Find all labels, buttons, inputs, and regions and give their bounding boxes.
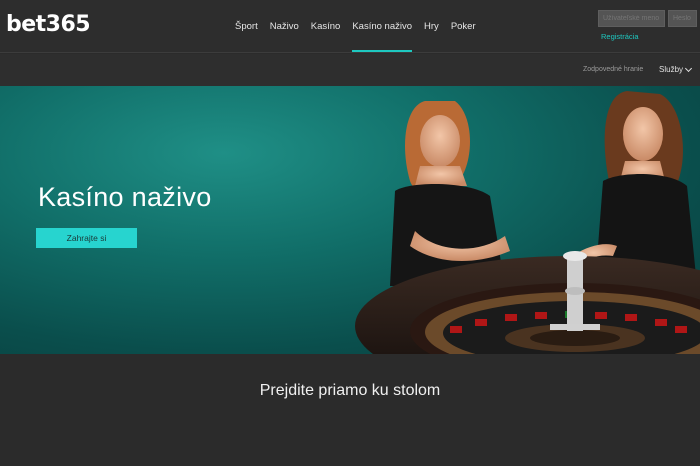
username-input[interactable] <box>598 10 665 27</box>
nav-item-sport[interactable]: Šport <box>229 0 264 53</box>
section-title: Prejdite priamo ku stolom <box>259 382 441 399</box>
tables-section: Prejdite priamo ku stolom <box>0 354 700 466</box>
secondary-bar: Zodpovedné hranie Služby <box>0 54 700 86</box>
top-navigation-bar: bet365 Šport Naživo Kasíno Kasíno naživo… <box>0 0 700 53</box>
password-input[interactable] <box>668 10 697 27</box>
hero-title: Kasíno naživo <box>38 182 212 212</box>
nav-item-live-casino[interactable]: Kasíno naživo <box>346 0 418 53</box>
play-now-button[interactable]: Zahrajte si <box>36 228 137 248</box>
hero-banner: Kasíno naživo Zahrajte si <box>0 86 700 354</box>
nav-item-live[interactable]: Naživo <box>264 0 305 53</box>
login-form <box>598 10 697 27</box>
nav-item-poker[interactable]: Poker <box>445 0 482 53</box>
chevron-down-icon <box>684 64 693 72</box>
services-label: Služby <box>659 65 684 74</box>
bet365-logo[interactable]: bet365 <box>6 12 91 37</box>
nav-item-games[interactable]: Hry <box>418 0 445 53</box>
dealers-roulette-image <box>355 91 700 354</box>
register-link[interactable]: Registrácia <box>601 32 639 41</box>
nav-item-casino[interactable]: Kasíno <box>305 0 347 53</box>
services-dropdown[interactable]: Služby <box>659 64 693 74</box>
responsible-gaming-link[interactable]: Zodpovedné hranie <box>583 66 643 73</box>
main-nav: Šport Naživo Kasíno Kasíno naživo Hry Po… <box>229 0 482 53</box>
